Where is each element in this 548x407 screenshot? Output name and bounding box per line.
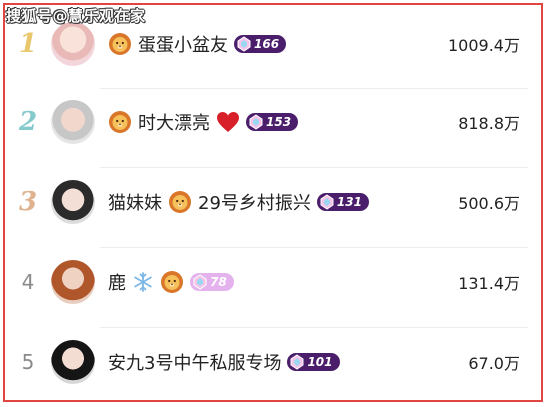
row-divider [100, 247, 528, 248]
level-badge: 166 [234, 35, 287, 53]
row-divider [100, 167, 528, 168]
lion-icon [108, 110, 132, 134]
lion-icon [168, 190, 192, 214]
streamer-name-suffix: 29号乡村振兴 [198, 193, 311, 214]
rank-number: 2 [18, 107, 38, 137]
rank-number: 4 [21, 270, 35, 294]
avatar [51, 260, 95, 304]
rank-row-2[interactable]: 2 时大漂亮 153 818.8万 [0, 92, 548, 152]
level-number: 101 [307, 355, 333, 369]
rank-row-5[interactable]: 5 安九3号中午私服专场 101 67.0万 [0, 332, 548, 392]
gem-icon [236, 36, 252, 52]
gem-icon [319, 194, 335, 210]
rank-number: 3 [18, 187, 38, 217]
score-value: 67.0万 [468, 354, 520, 373]
avatar [51, 340, 95, 384]
level-badge: 153 [246, 113, 299, 131]
rank-row-4[interactable]: 4 鹿 78 131.4万 [0, 252, 548, 312]
level-number: 78 [210, 275, 227, 289]
streamer-name: 蛋蛋小盆友 [138, 35, 228, 56]
gem-icon [192, 274, 208, 290]
level-badge: 101 [287, 353, 340, 371]
score-value: 1009.4万 [448, 36, 520, 55]
snowflake-icon [134, 272, 152, 292]
avatar [51, 100, 95, 144]
level-badge: 131 [316, 193, 369, 211]
level-number: 131 [336, 195, 362, 209]
streamer-name: 时大漂亮 [138, 113, 210, 134]
heart-icon [217, 112, 239, 132]
level-number: 166 [254, 37, 280, 51]
rank-number: 1 [18, 29, 38, 59]
level-badge: 78 [190, 273, 234, 291]
lion-icon [160, 270, 184, 294]
score-value: 818.8万 [458, 114, 520, 133]
avatar [51, 180, 95, 224]
lion-icon [108, 32, 132, 56]
score-value: 500.6万 [458, 194, 520, 213]
level-number: 153 [266, 115, 292, 129]
row-divider [100, 327, 528, 328]
streamer-name: 鹿 [108, 273, 126, 294]
streamer-name: 安九3号中午私服专场 [108, 353, 282, 374]
gem-icon [248, 114, 264, 130]
rank-number: 5 [21, 350, 35, 374]
watermark: 搜狐号@慧乐观在家 [6, 7, 146, 25]
avatar [51, 22, 95, 66]
row-divider [100, 88, 528, 89]
streamer-name: 猫妹妹 [108, 193, 162, 214]
gem-icon [289, 354, 305, 370]
score-value: 131.4万 [458, 274, 520, 293]
rank-row-3[interactable]: 3 猫妹妹 29号乡村振兴 131 500.6万 [0, 172, 548, 232]
